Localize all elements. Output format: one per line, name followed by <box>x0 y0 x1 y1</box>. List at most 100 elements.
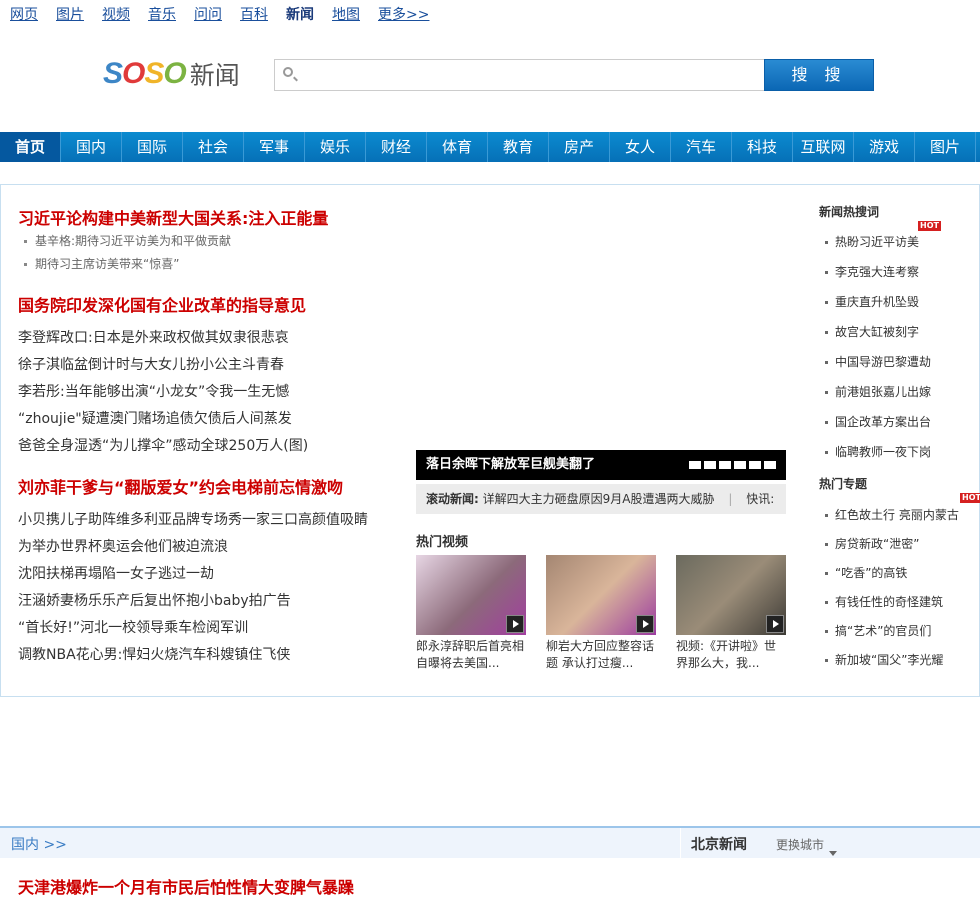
news-link[interactable]: 调教NBA花心男:悍妇火烧汽车科嫂镇住飞侠 <box>18 644 290 664</box>
news-link[interactable]: 李若彤:当年能够出演“小龙女”令我一生无憾 <box>18 381 289 401</box>
hot-topic[interactable]: 搞“艺术”的官员们 <box>825 622 931 639</box>
nav-finance[interactable]: 财经 <box>366 132 427 162</box>
city-news-title: 北京新闻 <box>691 837 747 853</box>
video-item[interactable]: 柳岩大方回应整容话题 承认打过瘦... <box>546 555 656 672</box>
headline-link[interactable]: 刘亦菲干爹与“翻版爱女”约会电梯前忘情激吻 <box>18 474 343 498</box>
video-title[interactable]: 郎永淳辞职后首亮相自曝将去美国... <box>416 638 526 672</box>
play-icon[interactable] <box>766 615 784 633</box>
city-news: 北京新闻 更换城市 <box>680 828 980 858</box>
topnav-news[interactable]: 新闻 <box>286 4 314 24</box>
search-icon <box>283 67 293 77</box>
nav-international[interactable]: 国际 <box>122 132 183 162</box>
scroll-label: 滚动新闻: <box>426 492 479 506</box>
news-link[interactable]: 徐子淇临盆倒计时与大女儿扮小公主斗青春 <box>18 354 284 374</box>
news-link[interactable]: 小贝携儿子助阵维多利亚品牌专场秀一家三口高颜值吸睛 <box>18 509 368 529</box>
news-link[interactable]: “zhoujie"疑遭澳门赌场追债欠债后人间蒸发 <box>18 408 292 428</box>
nav-realestate[interactable]: 房产 <box>549 132 610 162</box>
topnav-map[interactable]: 地图 <box>332 4 360 24</box>
logo[interactable]: SOSO 新闻 <box>103 57 240 90</box>
nav-society[interactable]: 社会 <box>183 132 244 162</box>
headline-link[interactable]: 习近平论构建中美新型大国关系:注入正能量 <box>18 205 328 229</box>
news-link[interactable]: 为举办世界杯奥运会他们被迫流浪 <box>18 536 228 556</box>
video-item[interactable]: 视频:《开讲啦》世界那么大，我... <box>676 555 786 672</box>
slide-dot[interactable] <box>719 461 731 469</box>
hot-word[interactable]: 重庆直升机坠毁 <box>825 293 919 310</box>
hot-topic[interactable]: 红色故土行 亮丽内蒙古 <box>825 506 959 523</box>
sub-link[interactable]: 期待习主席访美带来“惊喜” <box>24 255 179 272</box>
headline-link[interactable]: 天津港爆炸一个月有市民后怕性情大变脾气暴躁 <box>18 874 354 898</box>
search-box <box>274 59 765 91</box>
nav-sports[interactable]: 体育 <box>427 132 488 162</box>
hot-word[interactable]: 中国导游巴黎遭劫 <box>825 353 931 370</box>
section-header: 国内 >> 北京新闻 更换城市 <box>0 828 980 858</box>
topnav-images[interactable]: 图片 <box>56 4 84 24</box>
scrolling-news: 滚动新闻: 详解四大主力砸盘原因9月A股遭遇两大威胁 | 快讯: <box>416 484 786 514</box>
nav-pictures[interactable]: 图片 <box>915 132 976 162</box>
banner-caption: 落日余晖下解放军巨舰美翻了 <box>426 457 596 472</box>
hot-videos-title: 热门视频 <box>416 535 469 550</box>
hot-word[interactable]: 前港姐张嘉儿出嫁 <box>825 383 931 400</box>
nav-entertainment[interactable]: 娱乐 <box>305 132 366 162</box>
news-link[interactable]: 李登辉改口:日本是外来政权做其奴隶很悲哀 <box>18 327 289 347</box>
nav-domestic[interactable]: 国内 <box>61 132 122 162</box>
video-title[interactable]: 视频:《开讲啦》世界那么大，我... <box>676 638 786 672</box>
section-link-domestic[interactable]: 国内 >> <box>11 834 67 854</box>
nav-women[interactable]: 女人 <box>610 132 671 162</box>
sub-link[interactable]: 基辛格:期待习近平访美为和平做贡献 <box>24 232 231 249</box>
news-link[interactable]: 爸爸全身湿透“为儿撑伞”感动全球250万人(图) <box>18 435 308 455</box>
nav-military[interactable]: 军事 <box>244 132 305 162</box>
dropdown-arrow-icon[interactable] <box>829 851 837 856</box>
slide-dot[interactable] <box>749 461 761 469</box>
logo-brand: SOSO <box>103 57 187 90</box>
slide-dot[interactable] <box>689 461 701 469</box>
scroll-item[interactable]: 快讯: <box>746 492 774 506</box>
video-item[interactable]: 郎永淳辞职后首亮相自曝将去美国... <box>416 555 526 672</box>
slide-indicators <box>689 461 776 469</box>
change-city-button[interactable]: 更换城市 <box>776 836 824 853</box>
slide-dot[interactable] <box>704 461 716 469</box>
nav-home[interactable]: 首页 <box>0 132 61 162</box>
nav-tech[interactable]: 科技 <box>732 132 793 162</box>
slide-dot[interactable] <box>764 461 776 469</box>
hot-word[interactable]: 故宫大缸被刻字 <box>825 323 919 340</box>
topnav-wenwen[interactable]: 问问 <box>194 4 222 24</box>
video-thumbnail[interactable] <box>546 555 656 635</box>
play-icon[interactable] <box>636 615 654 633</box>
video-title[interactable]: 柳岩大方回应整容话题 承认打过瘦... <box>546 638 656 672</box>
hot-topic[interactable]: 房贷新政“泄密” <box>825 535 919 552</box>
scroll-item[interactable]: 详解四大主力砸盘原因9月A股遭遇两大威胁 <box>483 492 715 506</box>
hot-topic[interactable]: “吃香”的高铁 <box>825 564 907 581</box>
hot-words-title: 新闻热搜词 <box>819 205 880 219</box>
hot-word[interactable]: 国企改革方案出台 <box>825 413 931 430</box>
nav-internet[interactable]: 互联网 <box>793 132 854 162</box>
topnav-baike[interactable]: 百科 <box>240 4 268 24</box>
headline-link[interactable]: 国务院印发深化国有企业改革的指导意见 <box>18 292 306 316</box>
news-link[interactable]: 汪涵娇妻杨乐乐产后复出怀抱小baby拍广告 <box>18 590 291 610</box>
nav-education[interactable]: 教育 <box>488 132 549 162</box>
search-button[interactable]: 搜 搜 <box>764 59 874 91</box>
video-thumbnail[interactable] <box>416 555 526 635</box>
topnav-music[interactable]: 音乐 <box>148 4 176 24</box>
hot-topic[interactable]: 新加坡“国父”李光耀 <box>825 651 943 668</box>
topnav-more[interactable]: 更多>> <box>378 4 429 24</box>
hot-topic[interactable]: 有钱任性的奇怪建筑 <box>825 593 943 610</box>
slide-dot[interactable] <box>734 461 746 469</box>
photo-banner[interactable]: 落日余晖下解放军巨舰美翻了 <box>416 450 786 480</box>
hot-badge: HOT <box>960 493 980 503</box>
hot-word[interactable]: 热盼习近平访美 <box>825 233 919 250</box>
news-link[interactable]: “首长好!”河北一校领导乘车检阅军训 <box>18 617 248 637</box>
hot-word[interactable]: 李克强大连考察 <box>825 263 919 280</box>
nav-games[interactable]: 游戏 <box>854 132 915 162</box>
news-link[interactable]: 沈阳扶梯再塌陷一女子逃过一劫 <box>18 563 214 583</box>
topnav-web[interactable]: 网页 <box>10 4 38 24</box>
topnav-video[interactable]: 视频 <box>102 4 130 24</box>
domestic-section: 国内 >> 北京新闻 更换城市 天津港爆炸一个月有市民后怕性情大变脾气暴躁 <box>0 826 980 897</box>
video-thumbnail[interactable] <box>676 555 786 635</box>
separator: | <box>728 492 733 506</box>
nav-auto[interactable]: 汽车 <box>671 132 732 162</box>
search-input[interactable] <box>301 62 756 88</box>
hot-word[interactable]: 临聘教师一夜下岗 <box>825 443 931 460</box>
channel-nav: 首页 国内 国际 社会 军事 娱乐 财经 体育 教育 房产 女人 汽车 科技 互… <box>0 132 980 162</box>
hot-badge: HOT <box>918 221 941 231</box>
play-icon[interactable] <box>506 615 524 633</box>
